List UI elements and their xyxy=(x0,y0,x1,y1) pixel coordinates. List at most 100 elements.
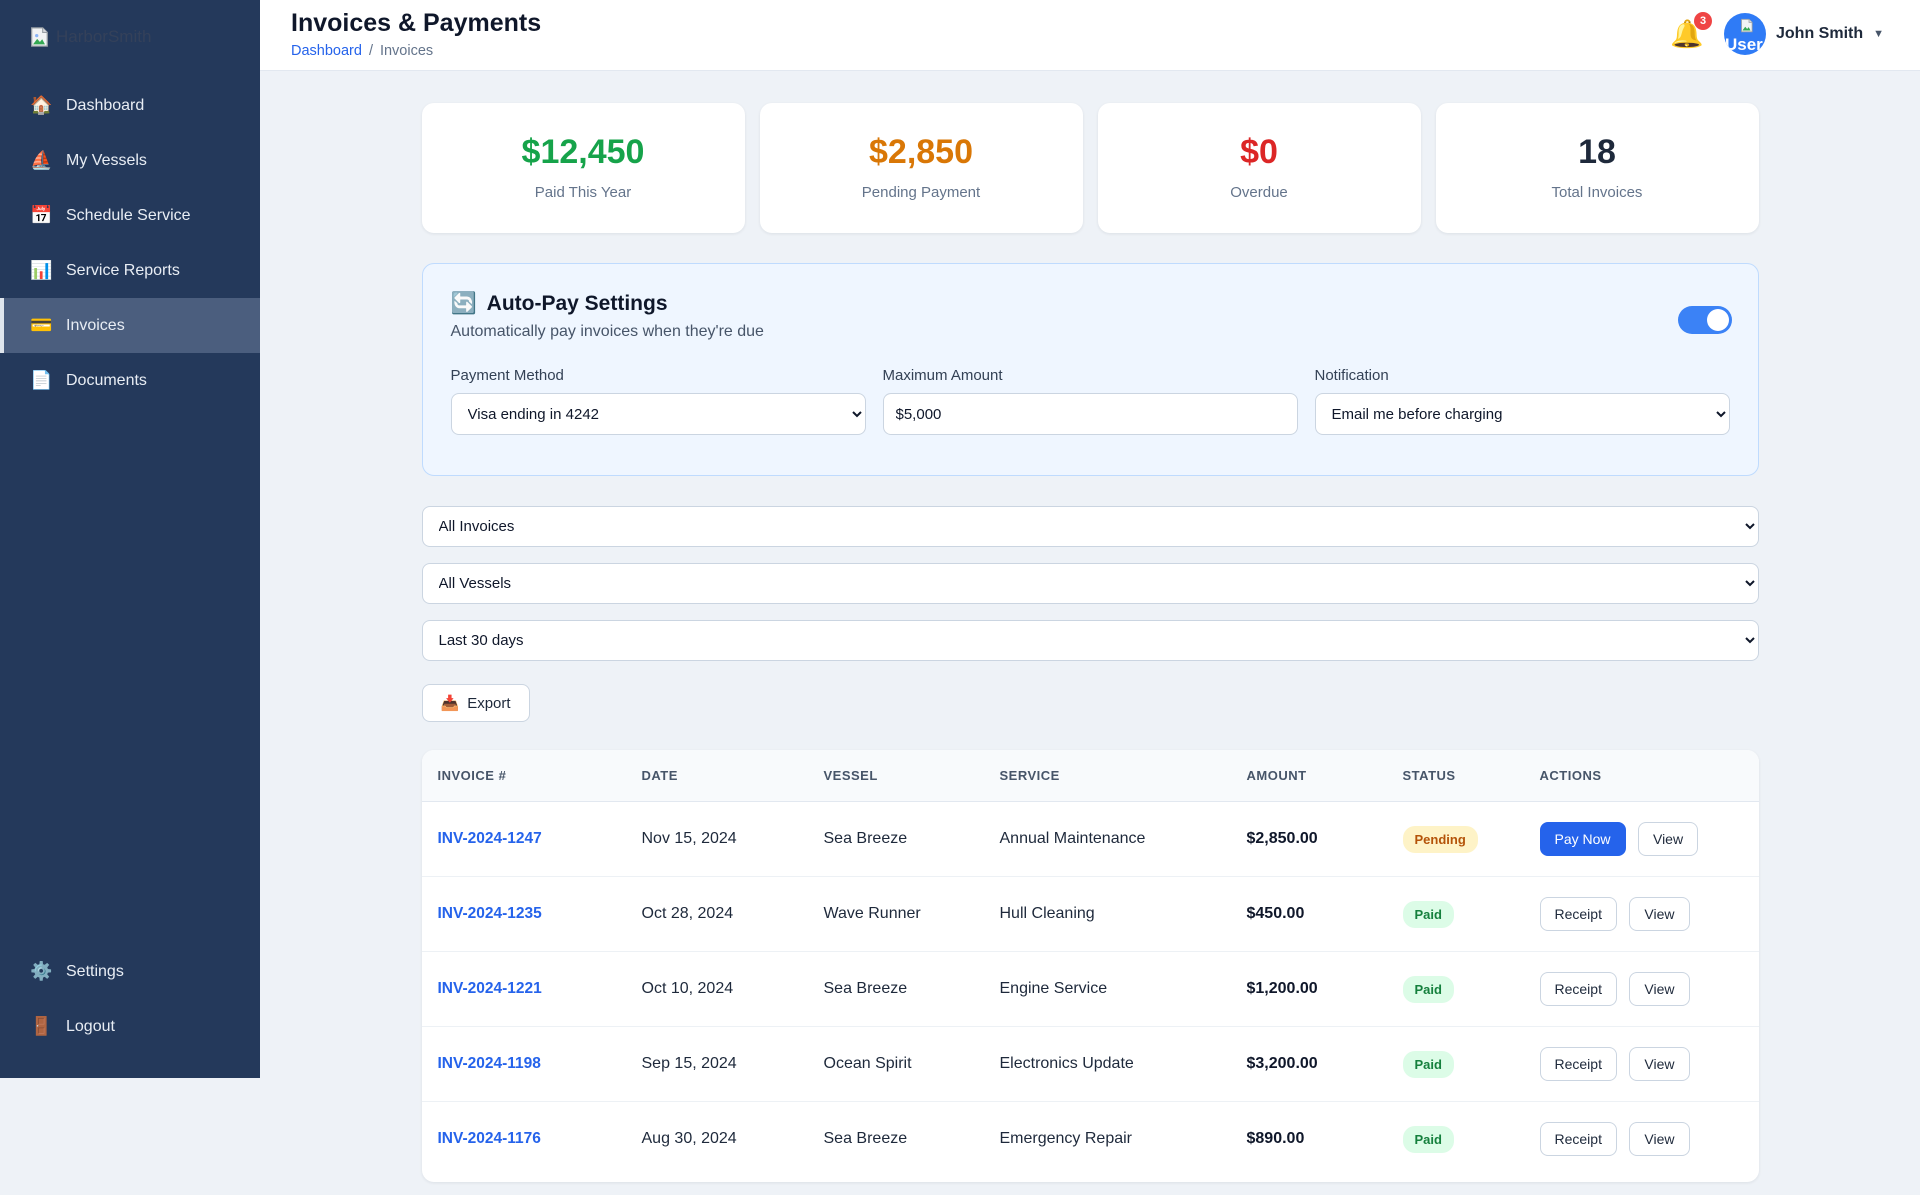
invoice-amount: $2,850.00 xyxy=(1246,830,1318,847)
header-left: Invoices & Payments Dashboard / Invoices xyxy=(291,9,541,59)
invoice-number-link[interactable]: INV-2024-1247 xyxy=(438,830,542,847)
column-header-amount: AMOUNT xyxy=(1230,750,1387,802)
invoice-vessel: Sea Breeze xyxy=(807,951,984,1027)
user-menu[interactable]: User John Smith ▼ xyxy=(1724,13,1884,55)
stat-card-pending-payment: $2,850 Pending Payment xyxy=(759,103,1083,233)
invoice-amount: $1,200.00 xyxy=(1230,951,1387,1027)
sidebar-item-label: Schedule Service xyxy=(66,206,191,224)
view-button[interactable]: View xyxy=(1629,897,1690,931)
sidebar-nav: 🏠 Dashboard ⛵ My Vessels 📅 Schedule Serv… xyxy=(0,78,260,408)
invoices-table-card: INVOICE # DATE VESSEL SERVICE AMOUNT STA… xyxy=(421,750,1759,1182)
sidebar-item-dashboard[interactable]: 🏠 Dashboard xyxy=(0,78,260,133)
inbox-tray-icon: 📥 xyxy=(440,695,460,712)
stat-label: Paid This Year xyxy=(534,184,632,201)
table-row: INV-2024-1247 Nov 15, 2024 Sea Breeze An… xyxy=(422,802,1759,877)
view-button[interactable]: View xyxy=(1637,822,1699,856)
invoice-service: Engine Service xyxy=(983,951,1231,1027)
receipt-button[interactable]: Receipt xyxy=(1539,972,1617,1006)
calendar-icon: 📅 xyxy=(30,205,53,225)
sidebar-item-label: Dashboard xyxy=(66,96,145,114)
breadcrumb: Dashboard / Invoices xyxy=(291,43,541,59)
refresh-icon: 🔄 xyxy=(450,292,477,315)
field-label: Notification xyxy=(1314,367,1389,384)
table-row: INV-2024-1176 Aug 30, 2024 Sea Breeze Em… xyxy=(421,1101,1759,1176)
content-column: $12,450 Paid This Year $2,850 Pending Pa… xyxy=(421,71,1759,1195)
autopay-toggle[interactable] xyxy=(1677,306,1732,334)
status-badge: Paid xyxy=(1402,900,1454,928)
status-badge: Paid xyxy=(1402,975,1454,1003)
sidebar-item-label: Invoices xyxy=(66,316,125,334)
user-name: John Smith xyxy=(1776,25,1864,42)
autopay-fields: Payment Method Visa ending in 4242 Maxim… xyxy=(450,367,1730,435)
invoice-number-link[interactable]: INV-2024-1198 xyxy=(438,1055,541,1072)
filters: All Invoices All Vessels Last 30 days 📥 … xyxy=(421,506,1759,722)
status-badge: Pending xyxy=(1402,825,1478,853)
maximum-amount-input[interactable] xyxy=(882,393,1298,435)
vessel-filter-select[interactable]: All Vessels xyxy=(421,563,1759,604)
invoice-vessel: Sea Breeze xyxy=(823,830,908,847)
invoice-number-link[interactable]: INV-2024-1221 xyxy=(438,980,542,997)
stat-label: Overdue xyxy=(1230,184,1288,201)
avatar: User xyxy=(1724,13,1766,55)
invoice-amount: $890.00 xyxy=(1230,1101,1387,1176)
payment-method-select[interactable]: Visa ending in 4242 xyxy=(450,393,866,435)
table-header-row: INVOICE # DATE VESSEL SERVICE AMOUNT STA… xyxy=(421,750,1759,802)
receipt-button[interactable]: Receipt xyxy=(1539,1122,1617,1156)
sidebar-item-my-vessels[interactable]: ⛵ My Vessels xyxy=(0,133,260,188)
field-label: Maximum Amount xyxy=(882,367,1003,384)
date-range-filter-select[interactable]: Last 30 days xyxy=(421,620,1759,661)
stat-value: 18 xyxy=(1578,133,1616,171)
invoice-number-link[interactable]: INV-2024-1176 xyxy=(438,1130,541,1147)
receipt-button[interactable]: Receipt xyxy=(1539,1047,1617,1081)
view-button[interactable]: View xyxy=(1629,972,1690,1006)
sidebar-item-documents[interactable]: 📄 Documents xyxy=(0,353,260,408)
sidebar-item-logout[interactable]: 🚪 Logout xyxy=(0,999,260,1054)
page-header: Invoices & Payments Dashboard / Invoices 🔔… xyxy=(260,0,1920,71)
breadcrumb-dashboard-link[interactable]: Dashboard xyxy=(291,43,362,59)
logo-alt-text: HarborSmith xyxy=(56,27,152,46)
column-header-invoice: INVOICE # xyxy=(421,750,626,802)
stat-card-paid-this-year: $12,450 Paid This Year xyxy=(421,103,745,233)
notification-select[interactable]: Email me before charging xyxy=(1314,393,1730,435)
stat-label: Total Invoices xyxy=(1551,184,1643,201)
autopay-subtitle: Automatically pay invoices when they're … xyxy=(450,323,764,340)
sidebar-item-schedule-service[interactable]: 📅 Schedule Service xyxy=(0,188,260,243)
sidebar-item-settings[interactable]: ⚙️ Settings xyxy=(0,944,260,999)
receipt-button[interactable]: Receipt xyxy=(1539,897,1617,931)
export-button[interactable]: 📥 Export xyxy=(421,684,530,722)
logo[interactable]: HarborSmith xyxy=(0,0,260,78)
invoice-amount: $3,200.00 xyxy=(1230,1026,1387,1102)
invoice-date: Nov 15, 2024 xyxy=(641,830,737,847)
credit-card-icon: 💳 xyxy=(30,315,53,335)
table-row: INV-2024-1221 Oct 10, 2024 Sea Breeze En… xyxy=(421,951,1759,1027)
sidebar-item-label: Logout xyxy=(66,1017,115,1035)
notifications-button[interactable]: 🔔 3 xyxy=(1670,12,1712,50)
invoice-service: Electronics Update xyxy=(983,1026,1231,1102)
breadcrumb-separator: / xyxy=(368,43,373,59)
invoice-service: Annual Maintenance xyxy=(999,830,1146,847)
toggle-knob xyxy=(1706,309,1729,331)
invoice-number-link[interactable]: INV-2024-1235 xyxy=(438,905,542,922)
content-scroll-area: $12,450 Paid This Year $2,850 Pending Pa… xyxy=(260,71,1920,1195)
app-root: HarborSmith 🏠 Dashboard ⛵ My Vessels 📅 S… xyxy=(0,0,1920,1195)
notification-count-badge: 3 xyxy=(1694,12,1712,30)
sidebar-item-service-reports[interactable]: 📊 Service Reports xyxy=(0,243,260,298)
table-row: INV-2024-1235 Oct 28, 2024 Wave Runner H… xyxy=(421,876,1759,952)
invoices-table: INVOICE # DATE VESSEL SERVICE AMOUNT STA… xyxy=(421,750,1759,1176)
payment-method-field: Payment Method Visa ending in 4242 xyxy=(450,367,866,435)
invoice-date: Aug 30, 2024 xyxy=(625,1101,808,1176)
view-button[interactable]: View xyxy=(1629,1122,1690,1156)
autopay-title-text: Auto-Pay Settings xyxy=(486,292,668,315)
pay-now-button[interactable]: Pay Now xyxy=(1539,822,1626,856)
sidebar-item-invoices[interactable]: 💳 Invoices xyxy=(0,298,260,353)
autopay-settings-panel: 🔄 Auto-Pay Settings Automatically pay in… xyxy=(421,263,1759,476)
broken-image-icon xyxy=(28,26,50,48)
invoice-status-filter-select[interactable]: All Invoices xyxy=(421,506,1759,547)
field-label: Payment Method xyxy=(450,367,564,384)
column-header-status: STATUS xyxy=(1386,750,1524,802)
door-icon: 🚪 xyxy=(30,1016,53,1036)
invoice-date: Oct 10, 2024 xyxy=(625,951,808,1027)
stat-label: Pending Payment xyxy=(861,184,981,201)
view-button[interactable]: View xyxy=(1629,1047,1690,1081)
document-icon: 📄 xyxy=(30,370,53,390)
